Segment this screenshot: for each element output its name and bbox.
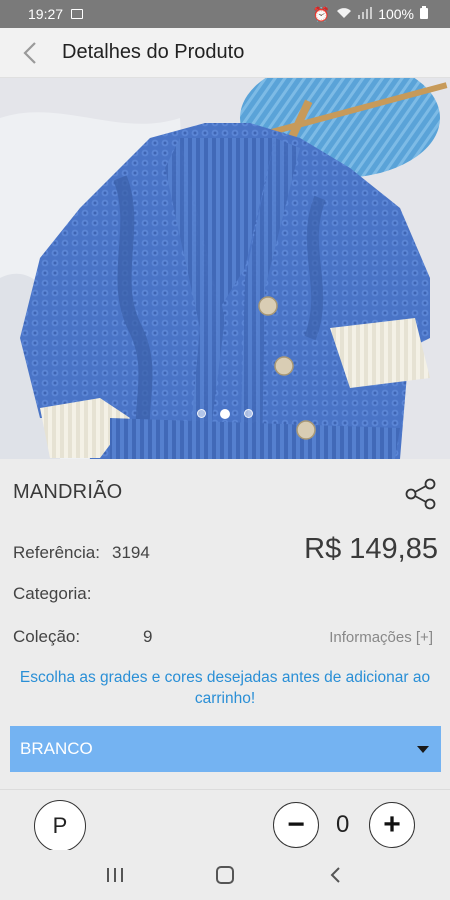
- product-info: MANDRIÃO Referência: 3194 R$ 149,85 Cate…: [0, 459, 450, 789]
- system-back-button[interactable]: [315, 855, 355, 895]
- caret-down-icon: [417, 745, 429, 753]
- carousel-indicator: [0, 409, 450, 419]
- status-bar: 19:27 ⏰ 100%: [0, 0, 450, 28]
- quantity-increment-button[interactable]: +: [369, 802, 415, 848]
- carousel-dot[interactable]: [197, 409, 206, 418]
- color-dropdown[interactable]: BRANCO: [10, 726, 441, 772]
- battery-icon: [420, 6, 428, 22]
- wifi-icon: [336, 6, 352, 22]
- share-button[interactable]: [404, 477, 438, 511]
- home-icon: [216, 866, 234, 884]
- page-title: Detalhes do Produto: [62, 41, 245, 63]
- color-dropdown-value: BRANCO: [20, 739, 93, 758]
- signal-icon: [358, 6, 373, 22]
- reference-value: 3194: [112, 543, 150, 562]
- share-icon: [405, 478, 436, 510]
- category-label: Categoria:: [13, 584, 92, 603]
- alarm-icon: ⏰: [312, 5, 331, 22]
- quantity-decrement-button[interactable]: −: [273, 802, 319, 848]
- product-image: [0, 78, 450, 459]
- carousel-dot[interactable]: [244, 409, 253, 418]
- collection-label: Coleção:: [13, 627, 81, 646]
- reference-label: Referência:: [13, 543, 100, 562]
- recent-apps-icon: [107, 868, 123, 882]
- carousel-dot-active[interactable]: [220, 409, 230, 419]
- chevron-left-icon: [23, 41, 36, 64]
- quantity-value: 0: [336, 811, 350, 838]
- product-name: MANDRIÃO: [13, 481, 123, 503]
- recent-apps-button[interactable]: [95, 855, 135, 895]
- product-price: R$ 149,85: [304, 533, 438, 565]
- selection-notice: Escolha as grades e cores desejadas ante…: [19, 669, 431, 707]
- product-image-carousel[interactable]: [0, 78, 450, 459]
- size-quantity-row: P − 0 +: [0, 790, 450, 852]
- back-button[interactable]: [0, 28, 60, 78]
- home-button[interactable]: [205, 855, 245, 895]
- battery-level: 100%: [378, 6, 414, 22]
- system-navigation-bar: [0, 850, 450, 900]
- back-icon: [330, 867, 340, 883]
- more-info-link[interactable]: Informações [+]: [329, 629, 433, 646]
- app-bar: Detalhes do Produto: [0, 28, 450, 78]
- gallery-notification-icon: [71, 9, 84, 19]
- status-time: 19:27: [28, 6, 64, 22]
- size-option-p[interactable]: P: [34, 800, 86, 852]
- collection-value: 9: [143, 627, 153, 646]
